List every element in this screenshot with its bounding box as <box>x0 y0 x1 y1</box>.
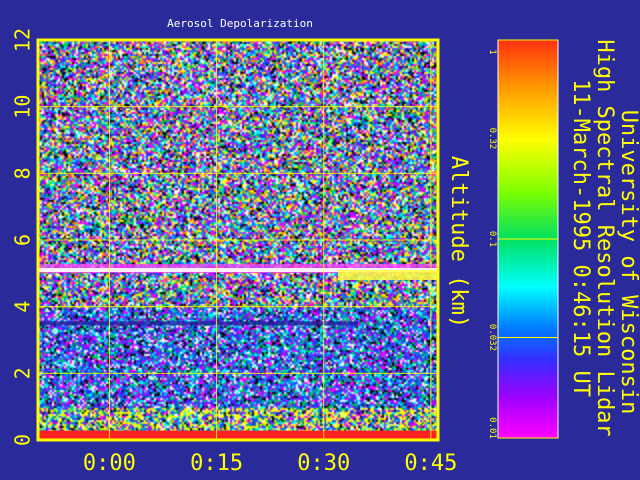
y-tick-label: 12 <box>11 28 35 52</box>
thin-layer-band <box>38 321 358 326</box>
x-tick-label: 0:30 <box>297 451 350 476</box>
y-axis-ticks: 0 2 4 6 8 10 12 <box>11 28 35 446</box>
y-tick-label: 8 <box>11 167 35 179</box>
lidar-figure: Aerosol Depolarization 0 2 4 6 8 10 12 0:00 0:1… <box>11 17 640 476</box>
x-tick-label: 0:45 <box>404 451 457 476</box>
side-title-line3: 11-March-1995 0:46:15 UT <box>568 79 593 397</box>
chart-title: Aerosol Depolarization <box>167 17 313 30</box>
colorbar-tick-label: 0.032 <box>487 324 497 351</box>
y-tick-label: 4 <box>11 301 35 313</box>
colorbar-tick-label: 0.1 <box>487 231 497 247</box>
plot-area <box>36 38 440 442</box>
y-axis-label: Altitude (km) <box>446 156 471 328</box>
y-tick-label: 0 <box>11 434 35 446</box>
side-title-line2: High Spectral Resolution Lidar <box>592 39 617 436</box>
x-tick-label: 0:00 <box>83 451 136 476</box>
surface-return-band <box>38 430 438 439</box>
y-tick-label: 10 <box>11 95 35 119</box>
y-tick-label: 2 <box>11 367 35 379</box>
colorbar-tick-label: 0.01 <box>487 417 497 439</box>
colorbar-tick-label: 0.32 <box>487 128 497 150</box>
aerosol-layer-yellow <box>338 270 438 280</box>
side-title-line1: University of Wisconsin <box>616 110 640 415</box>
x-axis-ticks: 0:00 0:15 0:30 0:45 <box>83 451 457 476</box>
x-tick-label: 0:15 <box>190 451 243 476</box>
colorbar: 1 0.32 0.1 0.032 0.01 <box>487 39 559 439</box>
colorbar-tick-label: 1 <box>487 49 497 54</box>
y-tick-label: 6 <box>11 234 35 246</box>
